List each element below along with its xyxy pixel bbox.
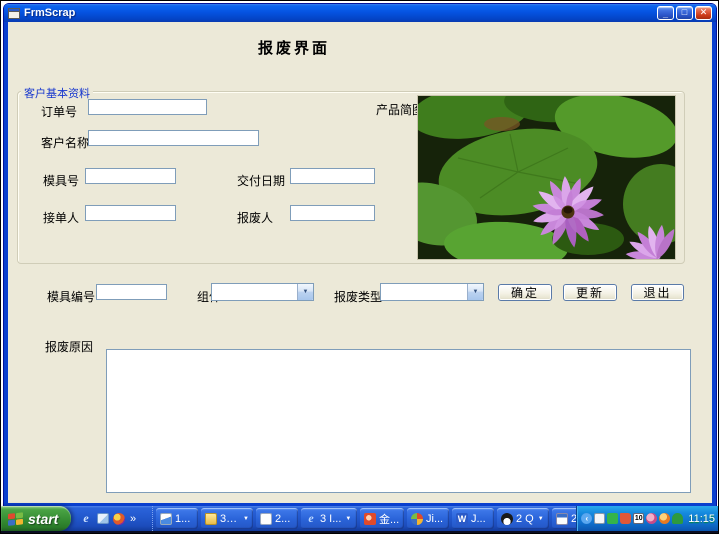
- mold-code-input[interactable]: [96, 284, 167, 300]
- scrapper-input[interactable]: [290, 205, 375, 221]
- ok-button[interactable]: 确定: [498, 284, 552, 301]
- image-viewer-icon: [160, 513, 172, 525]
- group-dropdown-arrow-icon: ▼: [345, 516, 351, 522]
- mold-no-input[interactable]: [85, 168, 176, 184]
- window-icon: [8, 8, 20, 19]
- qq-icon: [501, 513, 513, 525]
- product-photo: [418, 96, 675, 259]
- mold-no-label: 模具号: [43, 172, 79, 189]
- title-bar[interactable]: FrmScrap _ □ ✕: [4, 4, 716, 22]
- minimize-button[interactable]: _: [657, 6, 674, 20]
- group-dropdown-arrow-icon: ▼: [538, 516, 544, 522]
- internet-explorer-icon: e: [305, 513, 317, 525]
- order-taker-label: 接单人: [43, 209, 79, 226]
- customer-name-input[interactable]: [88, 130, 259, 146]
- mold-code-label: 模具编号: [47, 288, 95, 305]
- taskbar-button-qq-group[interactable]: 2 Q ▼: [497, 508, 549, 529]
- browser-tray-icon[interactable]: [659, 513, 670, 524]
- media-player-icon[interactable]: [113, 513, 125, 525]
- input-method-tray-icon[interactable]: 10: [633, 513, 644, 524]
- order-no-label: 订单号: [41, 103, 77, 120]
- scrap-reason-textarea[interactable]: [106, 349, 691, 493]
- scrap-reason-label: 报废原因: [45, 338, 93, 355]
- notepad-icon: [260, 513, 272, 525]
- theme-tray-icon[interactable]: [646, 513, 657, 524]
- scrap-type-combobox[interactable]: ▼: [380, 283, 484, 301]
- task-buttons: 1... 3 W ▼ 2... e 3 I... ▼ 金...: [153, 506, 576, 531]
- show-desktop-icon[interactable]: [97, 513, 109, 524]
- folder-icon: [205, 513, 217, 525]
- group-dropdown-arrow-icon: ▼: [243, 516, 249, 522]
- delivery-date-input[interactable]: [290, 168, 375, 184]
- taskbar: start e » 1... 3 W ▼ 2... e: [1, 506, 719, 531]
- taskbar-button-image-viewer[interactable]: 1...: [156, 508, 198, 529]
- page-title: 报废界面: [258, 37, 330, 58]
- taskbar-button-jin-app[interactable]: 金...: [360, 508, 404, 529]
- exit-button[interactable]: 退出: [631, 284, 684, 301]
- taskbar-button-notepad[interactable]: 2...: [256, 508, 298, 529]
- word-icon: W: [456, 513, 468, 525]
- media-app-icon: [411, 513, 423, 525]
- quick-launch: e »: [71, 506, 153, 531]
- taskbar-clock[interactable]: 11:15: [688, 513, 715, 525]
- start-label: start: [28, 511, 58, 527]
- hide-icons-chevron-icon[interactable]: ‹: [581, 513, 592, 524]
- component-combobox[interactable]: ▼: [211, 283, 314, 301]
- scrap-type-combobox-value: [381, 284, 467, 300]
- internet-explorer-icon[interactable]: e: [79, 512, 93, 526]
- overflow-chevron-icon[interactable]: »: [130, 513, 136, 525]
- taskbar-button-ie-group[interactable]: e 3 I... ▼: [301, 508, 357, 529]
- product-photo-frame: [417, 95, 676, 260]
- scrapper-label: 报废人: [237, 209, 273, 226]
- screen-bottom-edge: [1, 531, 719, 533]
- maximize-button[interactable]: □: [676, 6, 693, 20]
- form-client-area: 报废界面 客户基本资料 订单号 客户名称 模具号 交付日期 接单人 报废人 产品…: [8, 22, 712, 503]
- taskbar-button-explorer-group[interactable]: 3 W ▼: [201, 508, 253, 529]
- taskbar-button-vb-group[interactable]: 2 V ▼: [552, 508, 576, 529]
- window-title: FrmScrap: [24, 7, 657, 19]
- vb-window-icon: [556, 513, 568, 525]
- desktop-screenshot: FrmScrap _ □ ✕ 报废界面 客户基本资料 订单号 客户名称 模具号 …: [0, 0, 719, 534]
- update-button[interactable]: 更新: [563, 284, 617, 301]
- close-button[interactable]: ✕: [695, 6, 712, 20]
- order-taker-input[interactable]: [85, 205, 176, 221]
- wireless-network-tray-icon[interactable]: [672, 513, 683, 524]
- start-button[interactable]: start: [1, 506, 71, 531]
- customer-name-label: 客户名称: [41, 134, 89, 151]
- red-app-icon: [364, 513, 376, 525]
- component-combobox-value: [212, 284, 297, 300]
- customer-info-groupbox-title: 客户基本资料: [21, 85, 93, 101]
- delivery-date-label: 交付日期: [237, 172, 285, 189]
- system-tray: ‹ 10 11:15: [576, 506, 719, 531]
- messenger-tray-icon[interactable]: [607, 513, 618, 524]
- chevron-down-icon[interactable]: ▼: [467, 284, 483, 300]
- order-no-input[interactable]: [88, 99, 207, 115]
- windows-flag-icon: [7, 511, 24, 526]
- chevron-down-icon[interactable]: ▼: [297, 284, 313, 300]
- scrap-type-label: 报废类型: [334, 288, 382, 305]
- taskbar-button-word[interactable]: W J...: [452, 508, 494, 529]
- frmscrap-window: FrmScrap _ □ ✕ 报废界面 客户基本资料 订单号 客户名称 模具号 …: [4, 4, 716, 507]
- taskbar-button-ji-app[interactable]: Ji...: [407, 508, 449, 529]
- download-manager-tray-icon[interactable]: [620, 513, 631, 524]
- page-tray-icon[interactable]: [594, 513, 605, 524]
